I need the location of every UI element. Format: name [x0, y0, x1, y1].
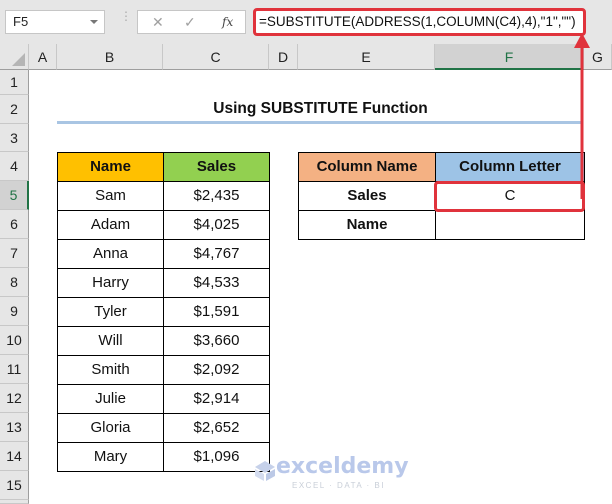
header-cell[interactable]: Sales — [163, 152, 270, 182]
enter-icon[interactable]: ✓ — [184, 14, 196, 31]
name-cell[interactable]: Adam — [57, 210, 164, 240]
formula-input[interactable]: =SUBSTITUTE(ADDRESS(1,COLUMN(C4),4),"1",… — [253, 8, 586, 36]
column-header-a[interactable]: A — [29, 44, 57, 70]
sheet-title: Using SUBSTITUTE Function — [213, 100, 428, 117]
name-cell[interactable]: Smith — [57, 355, 164, 385]
row-header-4[interactable]: 4 — [0, 152, 29, 181]
row-header-12[interactable]: 12 — [0, 384, 29, 413]
header-cell[interactable]: Column Name — [298, 152, 436, 182]
column-header-f[interactable]: F — [435, 44, 584, 70]
arrow-icon — [574, 33, 590, 199]
sales-cell[interactable]: $4,533 — [163, 268, 270, 298]
sales-cell[interactable]: $2,652 — [163, 413, 270, 443]
row-header-9[interactable]: 9 — [0, 297, 29, 326]
watermark-tagline: EXCEL · DATA · BI — [292, 481, 385, 490]
column-header-d[interactable]: D — [269, 44, 298, 70]
row-header-3[interactable]: 3 — [0, 124, 29, 152]
title-underline — [57, 121, 582, 124]
name-cell[interactable]: Anna — [57, 239, 164, 269]
row-header-14[interactable]: 14 — [0, 442, 29, 471]
row-header-5[interactable]: 5 — [0, 181, 29, 210]
header-cell[interactable]: Name — [57, 152, 164, 182]
arrow-head — [574, 33, 590, 48]
name-cell[interactable]: Harry — [57, 268, 164, 298]
cancel-icon[interactable]: ✕ — [152, 14, 164, 31]
row-header-13[interactable]: 13 — [0, 413, 29, 442]
row-header-7[interactable]: 7 — [0, 239, 29, 268]
column-name-cell[interactable]: Sales — [298, 181, 436, 211]
insert-function-icon[interactable]: fx — [222, 15, 233, 29]
sales-cell[interactable]: $3,660 — [163, 326, 270, 356]
row-header-8[interactable]: 8 — [0, 268, 29, 297]
formula-buttons: ✕ ✓ fx — [137, 10, 246, 34]
drag-handle-icon[interactable]: ⋮ — [120, 10, 132, 31]
row-header-16[interactable] — [0, 500, 29, 504]
sales-cell[interactable]: $1,591 — [163, 297, 270, 327]
name-cell[interactable]: Julie — [57, 384, 164, 414]
column-header-e[interactable]: E — [298, 44, 435, 70]
name-box[interactable]: F5 — [5, 10, 105, 34]
name-box-value: F5 — [13, 14, 29, 29]
column-header-b[interactable]: B — [57, 44, 163, 70]
select-all-button[interactable] — [0, 44, 29, 70]
sales-cell[interactable]: $2,435 — [163, 181, 270, 211]
row-header-15[interactable]: 15 — [0, 471, 29, 500]
row-header-10[interactable]: 10 — [0, 326, 29, 355]
selected-cell-highlight — [434, 181, 585, 212]
header-cell[interactable]: Column Letter — [435, 152, 585, 182]
sales-cell[interactable]: $2,092 — [163, 355, 270, 385]
name-cell[interactable]: Gloria — [57, 413, 164, 443]
sales-cell[interactable]: $2,914 — [163, 384, 270, 414]
row-header-1[interactable]: 1 — [0, 70, 29, 95]
column-header-c[interactable]: C — [163, 44, 269, 70]
column-name-cell[interactable]: Name — [298, 210, 436, 240]
name-cell[interactable]: Sam — [57, 181, 164, 211]
row-header-11[interactable]: 11 — [0, 355, 29, 384]
name-cell[interactable]: Will — [57, 326, 164, 356]
column-letter-cell[interactable] — [435, 210, 585, 240]
watermark-brand: exceldemy — [276, 454, 409, 479]
name-cell[interactable]: Tyler — [57, 297, 164, 327]
exceldemy-logo-icon — [255, 461, 275, 481]
chevron-down-icon[interactable] — [90, 20, 98, 24]
sales-cell[interactable]: $4,767 — [163, 239, 270, 269]
row-header-2[interactable]: 2 — [0, 95, 29, 124]
name-cell[interactable]: Mary — [57, 442, 164, 472]
row-header-6[interactable]: 6 — [0, 210, 29, 239]
sales-cell[interactable]: $4,025 — [163, 210, 270, 240]
